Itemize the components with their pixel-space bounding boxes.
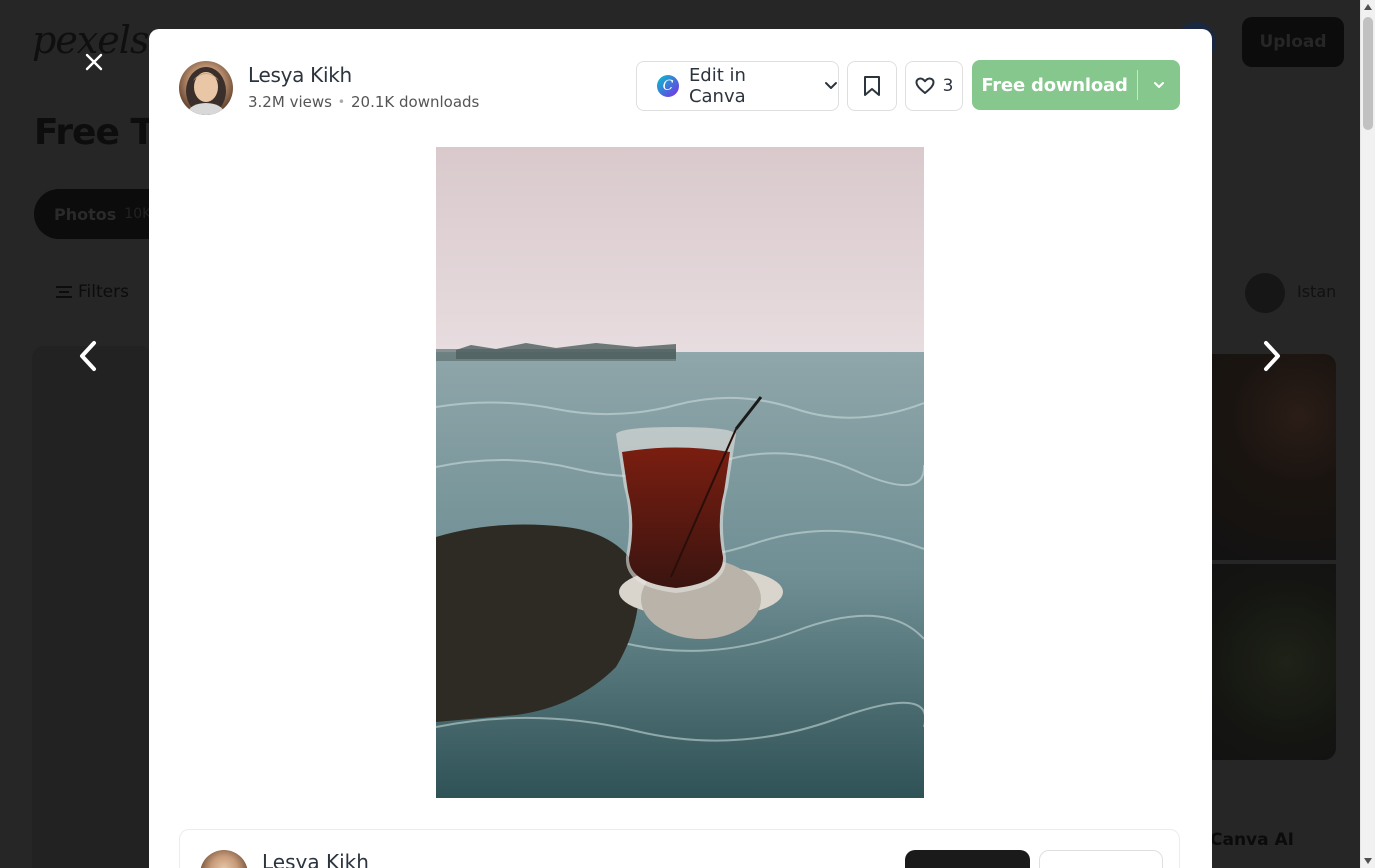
- free-download-button-group: Free download: [972, 60, 1180, 110]
- scrollbar-thumb[interactable]: [1363, 17, 1373, 130]
- chevron-left-icon: [80, 341, 96, 371]
- author-stats: 3.2M views • 20.1K downloads: [248, 93, 479, 111]
- grid-photo-card: [1212, 354, 1336, 560]
- like-count: 3: [942, 76, 954, 96]
- next-photo-button[interactable]: [1252, 334, 1292, 378]
- canva-ai-label: Canva AI: [1210, 830, 1295, 850]
- downloads-count: 20.1K downloads: [351, 93, 480, 111]
- previous-photo-button[interactable]: [68, 334, 108, 378]
- bookmark-icon: [864, 76, 880, 96]
- close-icon: [85, 53, 103, 71]
- follow-button[interactable]: [905, 850, 1030, 868]
- author-card-avatar[interactable]: [200, 850, 248, 868]
- heart-icon: [915, 77, 935, 94]
- donate-button[interactable]: [1039, 850, 1163, 868]
- filters-label: Filters: [78, 282, 129, 302]
- filters-icon: [56, 286, 72, 298]
- grid-photo-card: [1212, 564, 1336, 760]
- author-avatar-image: [186, 67, 226, 115]
- free-download-button[interactable]: Free download: [972, 60, 1137, 110]
- bookmark-button[interactable]: [847, 61, 897, 111]
- related-chip-label: Istan: [1297, 282, 1337, 301]
- photo-modal: Lesya Kikh 3.2M views • 20.1K downloads …: [149, 29, 1212, 868]
- chevron-down-icon: [825, 82, 838, 89]
- scroll-up-icon[interactable]: [1364, 4, 1372, 10]
- chevron-right-icon: [1264, 341, 1280, 371]
- download-options-button[interactable]: [1138, 60, 1180, 110]
- filters-button: Filters: [56, 282, 129, 302]
- grid-photo-card: [32, 346, 152, 868]
- author-card-name[interactable]: Lesya Kikh: [262, 850, 369, 868]
- author-card: Lesya Kikh: [179, 829, 1180, 868]
- tab-photos-count: 10K: [124, 206, 152, 222]
- author-name[interactable]: Lesya Kikh: [248, 63, 352, 87]
- edit-in-canva-button[interactable]: C Edit in Canva: [636, 61, 839, 111]
- edit-in-canva-label: Edit in Canva: [688, 65, 746, 107]
- canva-icon: C: [657, 75, 679, 97]
- views-count: 3.2M views: [248, 93, 332, 111]
- like-button[interactable]: 3: [905, 61, 963, 111]
- main-photo[interactable]: [436, 147, 924, 798]
- page-scrollbar[interactable]: [1360, 0, 1375, 868]
- chevron-down-icon: [1154, 82, 1164, 88]
- scroll-down-icon[interactable]: [1364, 858, 1372, 864]
- tea-glass-photo: [436, 147, 924, 798]
- separator-dot: •: [337, 95, 345, 109]
- related-chip-image: [1245, 273, 1285, 313]
- close-modal-button[interactable]: [80, 48, 108, 76]
- upload-button: Upload: [1242, 17, 1344, 67]
- tab-photos-label: Photos: [54, 204, 117, 224]
- author-avatar[interactable]: [179, 61, 233, 115]
